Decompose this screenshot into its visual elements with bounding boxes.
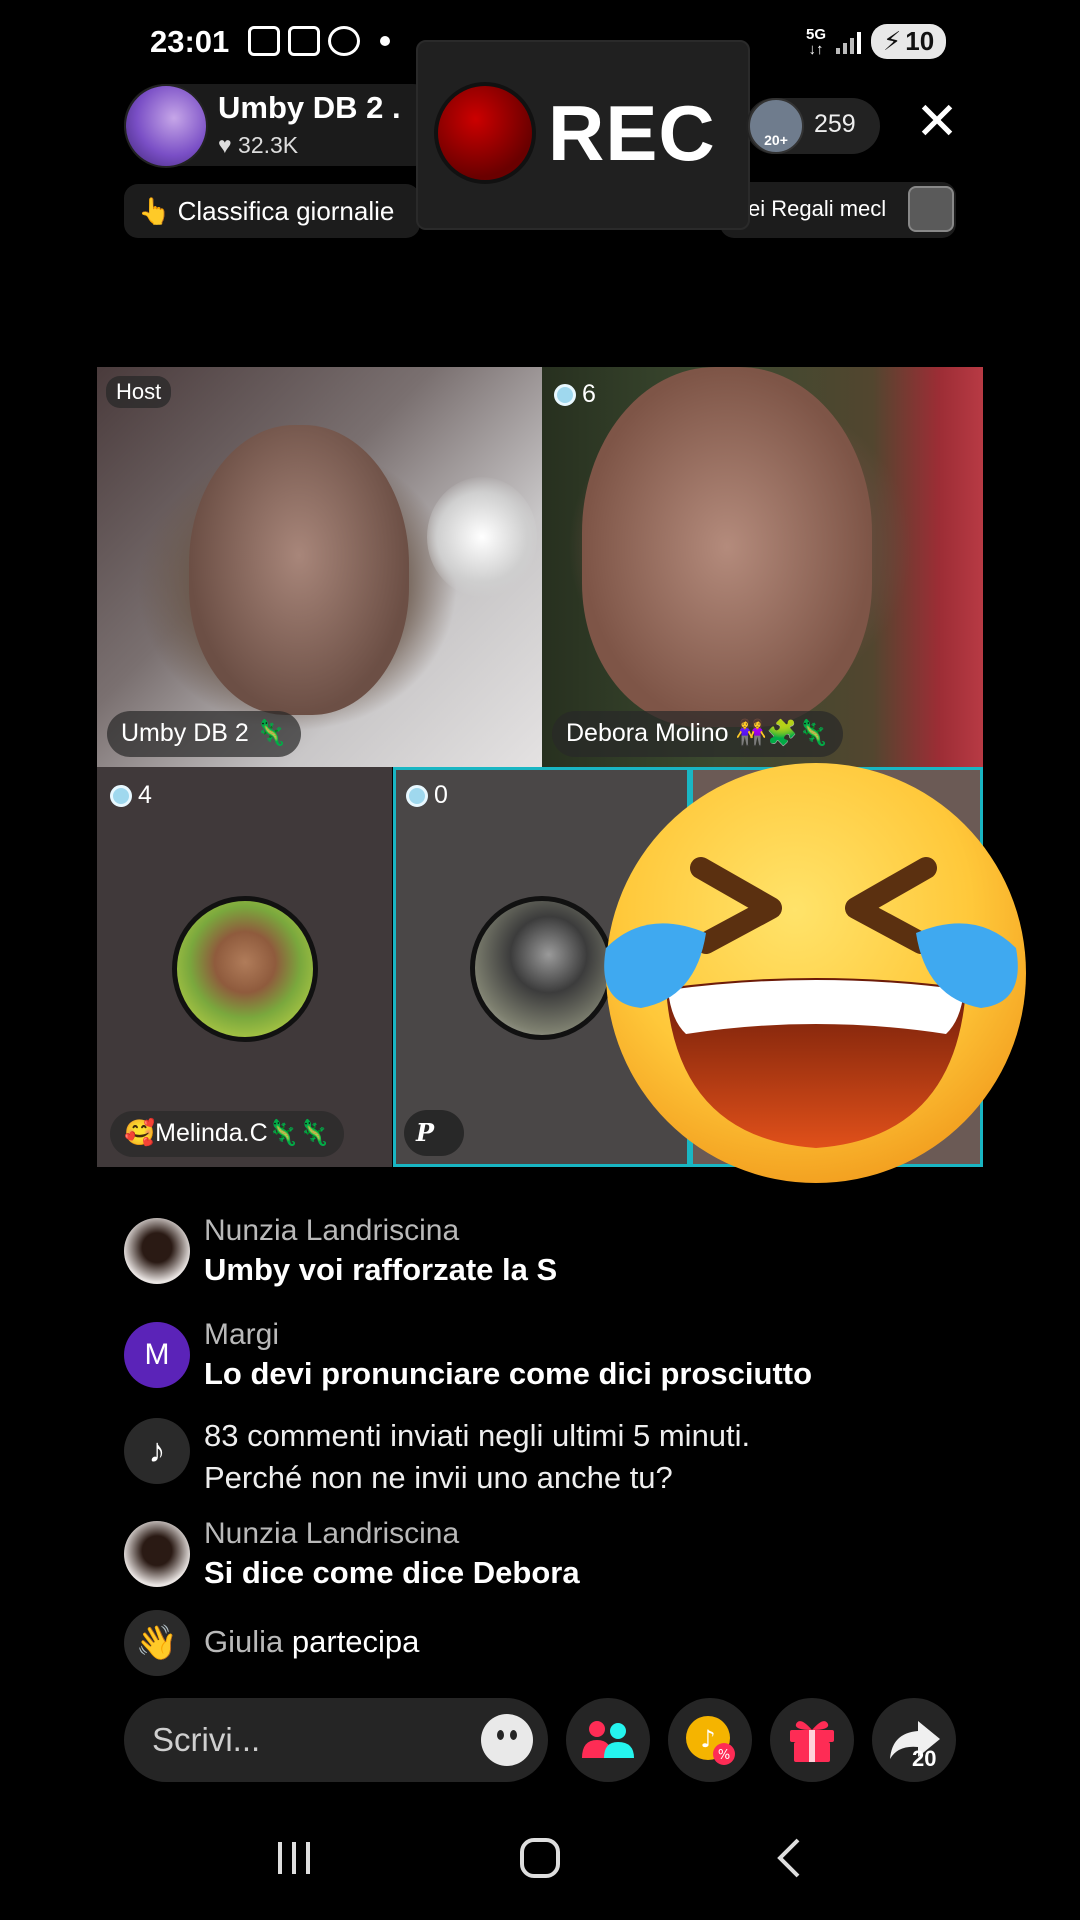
avatar[interactable] — [124, 1521, 190, 1587]
whatsapp-icon — [328, 26, 360, 56]
svg-text:%: % — [718, 1748, 730, 1763]
recent-apps-icon[interactable] — [274, 1838, 314, 1898]
rec-label: REC — [548, 89, 716, 177]
comment-username[interactable]: Nunzia Landriscina — [204, 1214, 459, 1248]
host-likes: ♥ 32.3K — [218, 132, 299, 158]
promote-button[interactable]: ♪ % — [668, 1698, 752, 1782]
laughing-tears-emoji-icon — [604, 763, 1026, 1183]
ranking-label: Classifica giornalie — [177, 196, 395, 226]
pointing-hand-icon: 👆 — [138, 196, 171, 226]
gift-count-badge: 6 — [554, 380, 596, 409]
system-text-line2: Perché non ne invii uno anche tu? — [204, 1460, 673, 1495]
notification-icons — [248, 26, 390, 56]
more-notifications-icon — [380, 36, 390, 46]
network-icon: 5G ↓↑ — [806, 25, 827, 58]
gift-button[interactable] — [770, 1698, 854, 1782]
gift-count-badge: 0 — [406, 781, 448, 810]
comment-username[interactable]: Margi — [204, 1318, 279, 1352]
gift-thumbnail — [908, 186, 954, 232]
guest-name-tag: Debora Molino 👭🧩🦎 — [552, 711, 843, 757]
close-icon[interactable]: ✕ — [912, 96, 962, 148]
status-time: 23:01 — [150, 24, 230, 59]
share-count: 20 — [912, 1746, 937, 1771]
gifts-label: ei Regali mecl — [748, 196, 887, 221]
system-text-line1: 83 commenti inviati negli ultimi 5 minut… — [204, 1418, 751, 1453]
chat-comment[interactable]: M Margi Lo devi pronunciare come dici pr… — [124, 1318, 1024, 1408]
avatar[interactable]: M — [124, 1322, 190, 1388]
heart-icon: ♥ — [218, 132, 232, 158]
wave-icon: 👋 — [124, 1610, 190, 1676]
daily-ranking-button[interactable]: 👆 Classifica giornalie — [124, 184, 420, 238]
top-viewer-avatar[interactable]: 20+ — [748, 98, 804, 154]
comment-username[interactable]: Nunzia Landriscina — [204, 1517, 459, 1551]
gift-count-badge: 4 — [110, 781, 152, 810]
comment-placeholder: Scrivi... — [152, 1721, 261, 1758]
emoji-icon[interactable] — [481, 1714, 533, 1766]
join-message: 👋 Giulia partecipa — [124, 1610, 1024, 1680]
join-username[interactable]: Giulia — [204, 1624, 283, 1659]
back-icon[interactable] — [774, 1838, 804, 1898]
signal-icon — [836, 30, 862, 54]
avatar[interactable] — [124, 1218, 190, 1284]
guests-button[interactable] — [566, 1698, 650, 1782]
screen-record-icon — [248, 26, 280, 56]
chat-comment[interactable]: Nunzia Landriscina Umby voi rafforzate l… — [124, 1214, 1024, 1304]
gem-icon — [110, 784, 132, 807]
guest-video-tile-debora[interactable] — [542, 367, 983, 767]
multi-guest-icon — [582, 1721, 634, 1758]
guest-avatar[interactable] — [470, 896, 614, 1040]
host-avatar[interactable] — [124, 84, 208, 168]
battery-indicator: ⚡ 10 — [871, 24, 947, 59]
charging-icon: ⚡ — [883, 26, 902, 56]
gem-icon — [406, 784, 428, 807]
join-text: partecipa — [291, 1624, 420, 1659]
gift-icon — [790, 1721, 834, 1762]
comment-text: Si dice come dice Debora — [204, 1555, 580, 1590]
viewer-count: 259 — [814, 110, 856, 138]
tiktok-coin-icon: ♪ % — [686, 1716, 735, 1765]
host-badge: Host — [106, 376, 172, 408]
comment-text: Umby voi rafforzate la S — [204, 1252, 558, 1287]
guest-name-tag: P — [404, 1110, 464, 1156]
system-message: ♪ 83 commenti inviati negli ultimi 5 min… — [124, 1414, 1024, 1506]
host-name-tag: Umby DB 2 🦎 — [107, 711, 301, 757]
comment-text: Lo devi pronunciare come dici prosciutto — [204, 1356, 813, 1391]
status-right: 5G ↓↑ ⚡ 10 — [806, 24, 947, 59]
record-dot-icon — [434, 82, 536, 184]
svg-text:♪: ♪ — [700, 1725, 715, 1753]
host-name: Umby DB 2 . — [218, 90, 401, 125]
host-video-tile[interactable] — [97, 367, 542, 767]
chat-comment[interactable]: Nunzia Landriscina Si dice come dice Deb… — [124, 1517, 1024, 1607]
screen-record-icon — [288, 26, 320, 56]
tiktok-icon: ♪ — [124, 1418, 190, 1484]
home-icon[interactable] — [518, 1838, 562, 1898]
gem-icon — [554, 383, 576, 406]
guest-name-tag: 🥰Melinda.C🦎🦎 — [110, 1111, 344, 1157]
battery-level: 10 — [905, 26, 935, 56]
guest-avatar[interactable] — [172, 896, 318, 1042]
